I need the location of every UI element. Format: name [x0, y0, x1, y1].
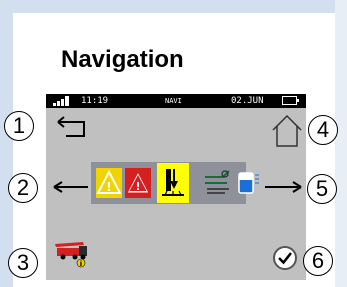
concrete-pump-truck-info-icon[interactable]: i [53, 240, 91, 268]
red-warning-icon[interactable]: ! [125, 165, 151, 201]
left-arrow-icon[interactable] [50, 180, 90, 194]
water-tank-icon[interactable] [236, 165, 260, 201]
battery-icon [282, 96, 299, 105]
status-bar: 11:19 NAVI 02.JUN [46, 94, 306, 108]
svg-text:i: i [80, 260, 82, 268]
checkmark-icon[interactable] [271, 244, 299, 272]
status-mode: NAVI [165, 97, 182, 105]
callout-4: 4 [308, 115, 338, 145]
svg-text:!: ! [135, 180, 140, 193]
maintenance-icon[interactable] [203, 165, 233, 201]
status-time: 11:19 [81, 96, 109, 106]
machine-icon[interactable] [157, 163, 189, 203]
home-icon[interactable] [270, 113, 304, 149]
frame-left [0, 0, 13, 287]
signal-icon [53, 96, 69, 106]
callout-3: 3 [8, 248, 38, 278]
callout-1: 1 [4, 111, 34, 141]
callout-6: 6 [303, 246, 333, 276]
yellow-warning-icon[interactable]: ! [96, 165, 122, 201]
frame-right [335, 0, 347, 287]
callout-2: 2 [8, 173, 38, 203]
right-arrow-icon[interactable] [263, 180, 305, 194]
frame-top [0, 0, 347, 13]
status-date: 02.JUN [231, 96, 264, 106]
return-arrow-icon[interactable] [54, 116, 92, 138]
page-title: Navigation [61, 46, 184, 73]
svg-text:!: ! [106, 180, 111, 194]
callout-5: 5 [307, 174, 337, 204]
